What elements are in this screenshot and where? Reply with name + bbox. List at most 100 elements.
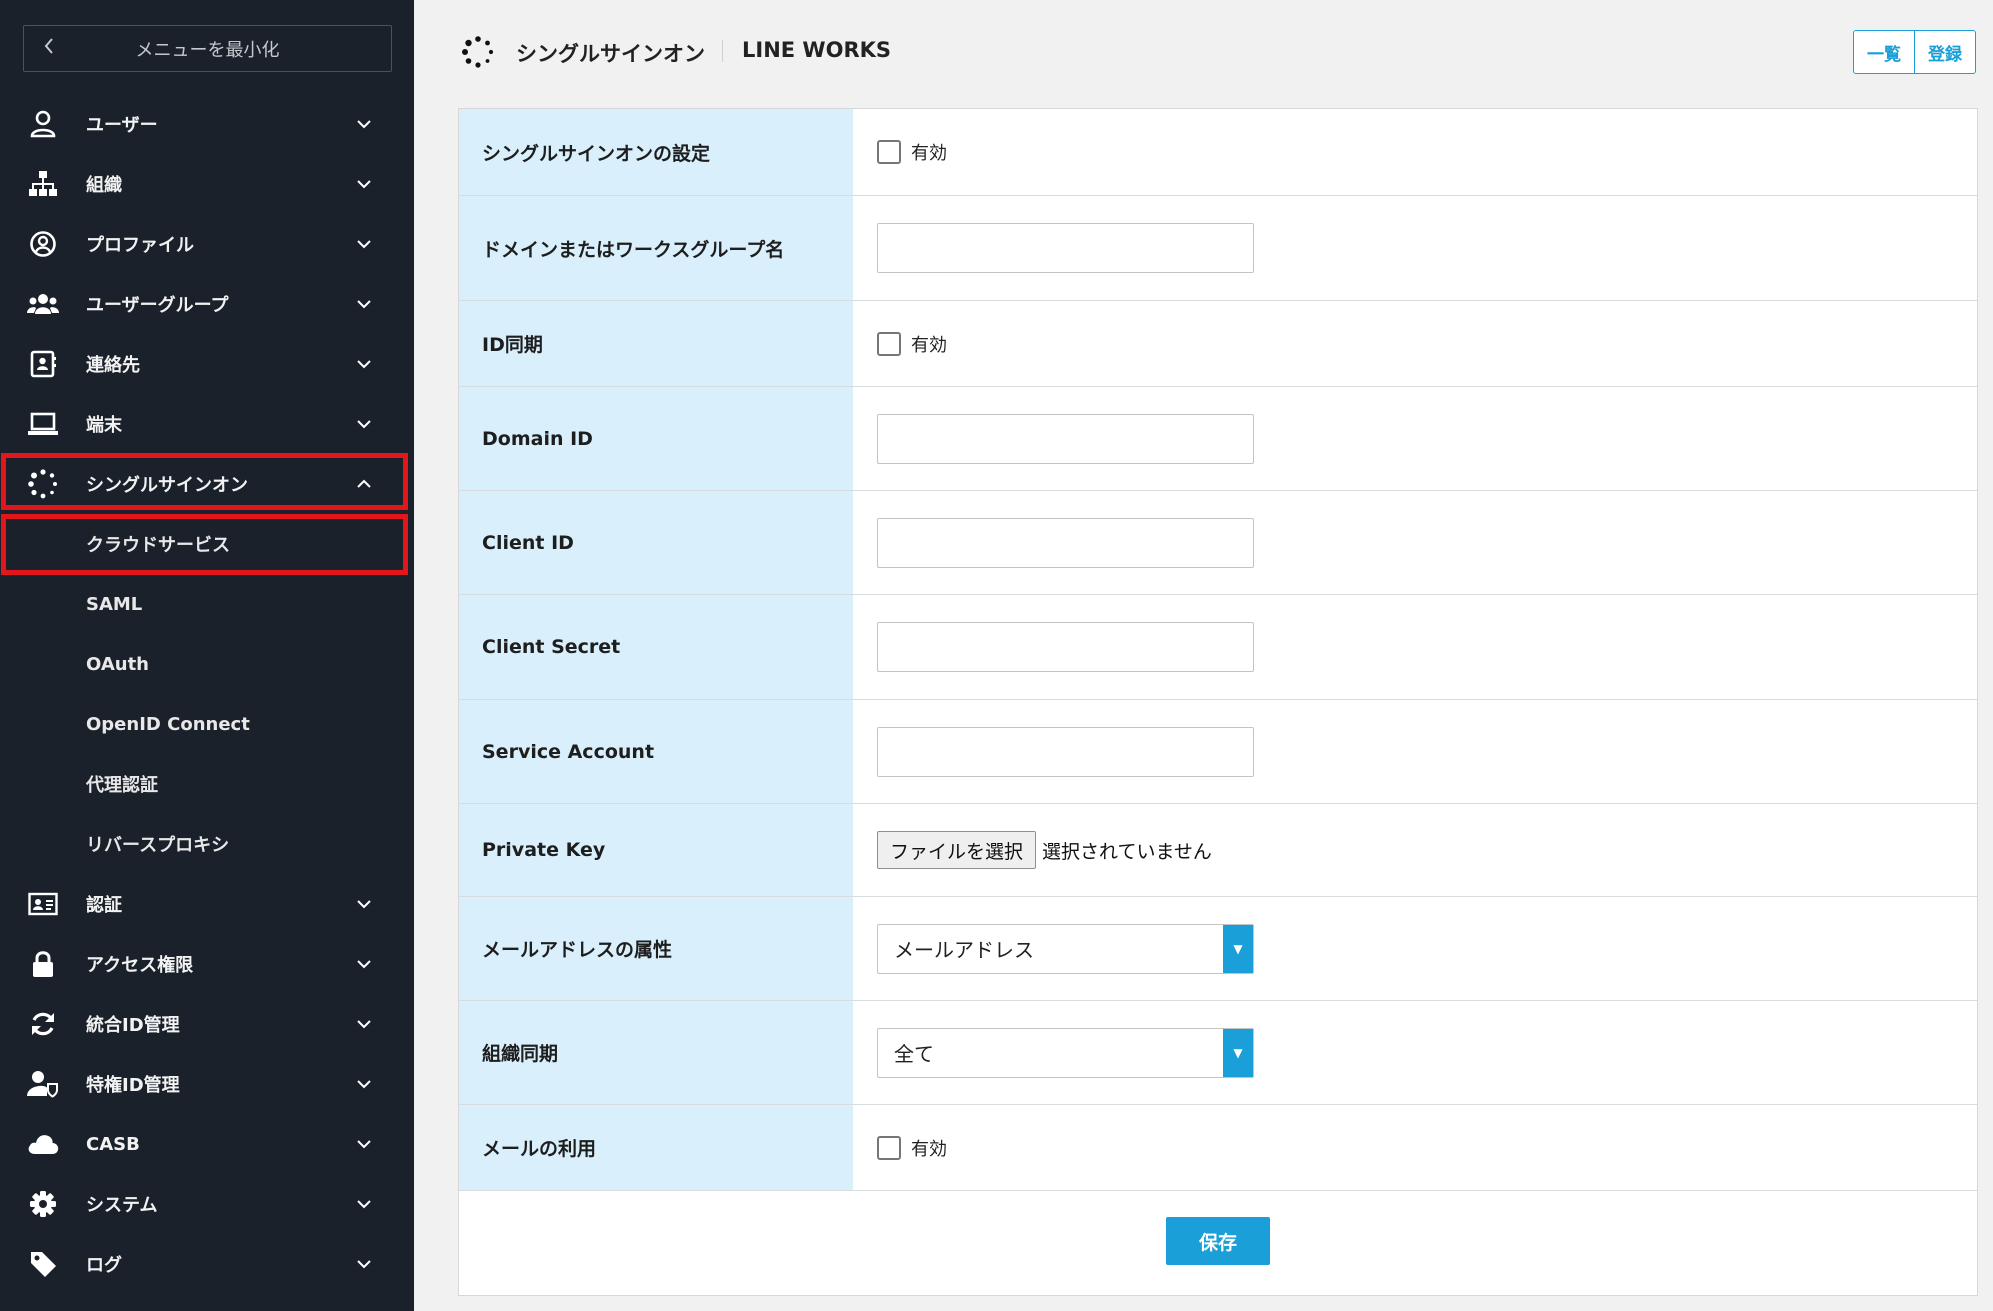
sidebar-item-label: 統合ID管理 (86, 1015, 180, 1036)
sidebar-item-user-groups[interactable]: ユーザーグループ (0, 276, 414, 332)
form-row-sso-setting: シングルサインオンの設定 有効 (459, 109, 1977, 196)
client-secret-input[interactable] (877, 622, 1254, 672)
checkbox-label: 有効 (911, 1138, 947, 1160)
row-label: ID同期 (459, 301, 853, 386)
sidebar-item-devices[interactable]: 端末 (0, 396, 414, 452)
sidebar-item-users[interactable]: ユーザー (0, 96, 414, 152)
subitem-reverse-proxy[interactable]: リバースプロキシ (0, 816, 414, 872)
contact-book-icon (26, 347, 60, 381)
select-value: 全て (894, 1042, 934, 1066)
user-group-icon (26, 287, 60, 321)
form-row-id-sync: ID同期 有効 (459, 301, 1977, 387)
sso-dots-icon (462, 36, 494, 68)
chevron-down-icon (353, 953, 375, 975)
form-row-org-sync: 組織同期 全て ▼ (459, 1001, 1977, 1105)
subitem-saml[interactable]: SAML (0, 576, 414, 632)
row-label: ドメインまたはワークスグループ名 (459, 196, 853, 300)
checkbox-box[interactable] (877, 1135, 901, 1160)
id-card-icon (26, 887, 60, 921)
page-title: シングルサインオン (516, 42, 705, 66)
sidebar-item-access-rights[interactable]: アクセス権限 (0, 936, 414, 992)
register-button[interactable]: 登録 (1914, 31, 1975, 73)
select-value: メールアドレス (894, 938, 1034, 962)
form-row-mail-usage: メールの利用 有効 (459, 1105, 1977, 1191)
chevron-left-icon (42, 36, 56, 61)
service-account-input[interactable] (877, 726, 1254, 777)
subitem-proxy-auth[interactable]: 代理認証 (0, 756, 414, 812)
subitem-label: OpenID Connect (86, 713, 250, 735)
sidebar-item-system[interactable]: システム (0, 1176, 414, 1232)
sidebar-item-authentication[interactable]: 認証 (0, 876, 414, 932)
list-button[interactable]: 一覧 (1854, 31, 1914, 73)
subitem-oauth[interactable]: OAuth (0, 636, 414, 692)
domain-input[interactable] (877, 223, 1254, 273)
client-id-input[interactable] (877, 517, 1254, 568)
profile-icon (26, 227, 60, 261)
choose-file-button[interactable]: ファイルを選択 (877, 831, 1037, 869)
chevron-down-icon (353, 233, 375, 255)
chevron-down-icon (353, 293, 375, 315)
id-sync-checkbox[interactable]: 有効 (877, 331, 947, 357)
org-chart-icon (26, 167, 60, 201)
form-row-service-account: Service Account (459, 700, 1977, 804)
chevron-down-icon (353, 1253, 375, 1275)
sidebar-item-label: 認証 (86, 895, 122, 916)
subitem-cloud-services[interactable]: クラウドサービス (0, 516, 414, 572)
dropdown-arrow-icon[interactable]: ▼ (1223, 924, 1253, 973)
gear-icon (26, 1187, 60, 1221)
chevron-down-icon (353, 113, 375, 135)
user-shield-icon (26, 1067, 60, 1101)
sso-dots-icon (26, 467, 60, 501)
sidebar-item-label: 組織 (86, 175, 122, 196)
sidebar-item-label: シングルサインオン (86, 475, 248, 496)
form-row-client-secret: Client Secret (459, 595, 1977, 700)
subitem-label: クラウドサービス (86, 535, 230, 556)
chevron-down-icon (353, 173, 375, 195)
sidebar-item-log[interactable]: ログ (0, 1236, 414, 1292)
sidebar-item-contacts[interactable]: 連絡先 (0, 336, 414, 392)
form-row-domain: ドメインまたはワークスグループ名 (459, 196, 1977, 301)
sidebar-item-privileged-id[interactable]: 特権ID管理 (0, 1056, 414, 1112)
subitem-openid-connect[interactable]: OpenID Connect (0, 696, 414, 752)
chevron-down-icon (353, 1073, 375, 1095)
email-attribute-select[interactable]: メールアドレス ▼ (877, 923, 1254, 974)
row-label: Client ID (459, 491, 853, 594)
collapse-menu-button[interactable]: メニューを最小化 (23, 25, 392, 72)
save-button[interactable]: 保存 (1166, 1217, 1270, 1265)
dropdown-arrow-icon[interactable]: ▼ (1223, 1028, 1253, 1077)
sidebar-item-label: 特権ID管理 (86, 1075, 180, 1096)
file-status-text: 選択されていません (1042, 840, 1212, 863)
header-button-group: 一覧 登録 (1853, 30, 1976, 74)
subitem-label: 代理認証 (86, 775, 158, 796)
row-label: Service Account (459, 700, 853, 803)
sidebar-item-casb[interactable]: CASB (0, 1116, 414, 1172)
sidebar: メニューを最小化 ユーザー 組織 プロファイル ユーザーグループ 連絡先 端末 … (0, 0, 414, 1311)
page-subtitle: LINE WORKS (742, 38, 892, 62)
sidebar-item-label: システム (86, 1195, 158, 1216)
org-sync-select[interactable]: 全て ▼ (877, 1027, 1254, 1078)
subitem-label: OAuth (86, 653, 149, 675)
row-label: Private Key (459, 804, 853, 896)
lock-icon (26, 947, 60, 981)
checkbox-box[interactable] (877, 140, 901, 164)
sidebar-item-integrated-id[interactable]: 統合ID管理 (0, 996, 414, 1052)
form-row-client-id: Client ID (459, 491, 1977, 595)
domain-id-input[interactable] (877, 413, 1254, 464)
form-row-domain-id: Domain ID (459, 387, 1977, 491)
laptop-icon (26, 407, 60, 441)
sidebar-item-organization[interactable]: 組織 (0, 156, 414, 212)
sso-enabled-checkbox[interactable]: 有効 (877, 139, 947, 165)
sidebar-item-label: CASB (86, 1133, 140, 1155)
sidebar-item-profile[interactable]: プロファイル (0, 216, 414, 272)
row-label: 組織同期 (459, 1001, 853, 1104)
mail-usage-checkbox[interactable]: 有効 (877, 1135, 947, 1161)
chevron-down-icon (353, 413, 375, 435)
form-row-private-key: Private Key ファイルを選択 選択されていません (459, 804, 1977, 897)
sidebar-item-single-sign-on[interactable]: シングルサインオン (0, 456, 414, 512)
checkbox-box[interactable] (877, 331, 901, 356)
chevron-down-icon (353, 353, 375, 375)
row-label: Domain ID (459, 387, 853, 490)
row-label: シングルサインオンの設定 (459, 109, 853, 195)
sidebar-item-label: アクセス権限 (86, 955, 194, 976)
row-label: メールアドレスの属性 (459, 897, 853, 1000)
